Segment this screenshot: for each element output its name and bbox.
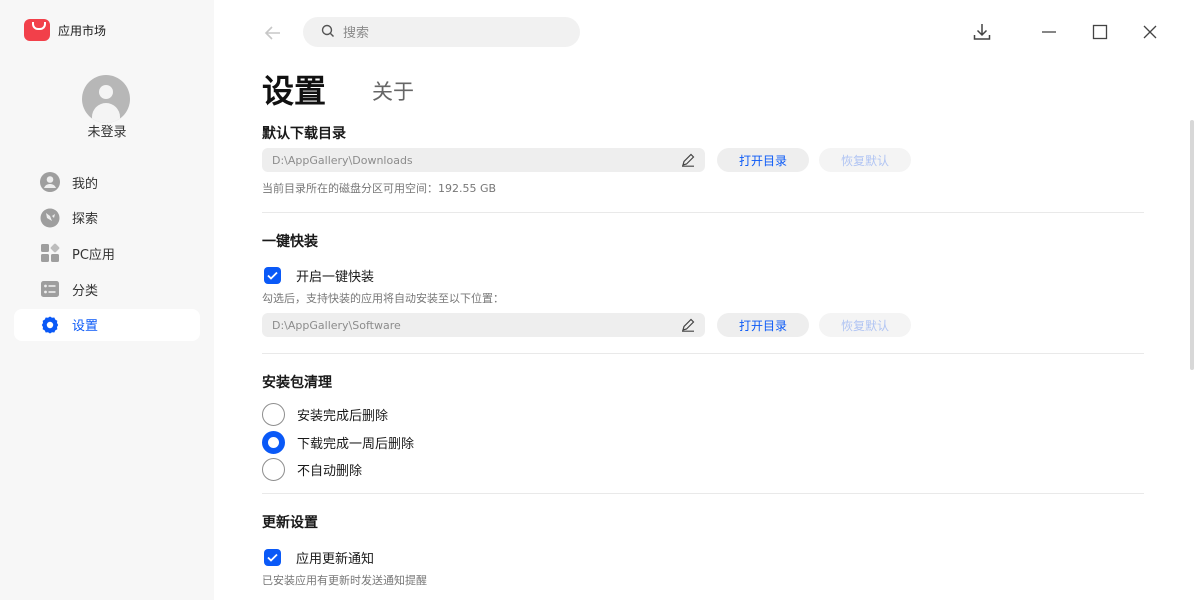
sidebar-item-label: 我的 (72, 176, 99, 192)
sidebar-item-pc-apps[interactable]: PC应用 (14, 237, 200, 269)
radio-button[interactable] (262, 458, 285, 481)
quick-install-hint: 勾选后，支持快装的应用将自动安装至以下位置： (262, 292, 504, 305)
category-icon (40, 279, 60, 299)
edit-pencil-icon[interactable] (681, 318, 695, 335)
explore-icon (40, 208, 60, 228)
radio-label: 安装完成后删除 (297, 409, 389, 424)
maximize-icon[interactable] (1086, 18, 1114, 46)
checkbox-checked[interactable] (264, 549, 281, 566)
search-input[interactable] (343, 24, 543, 40)
update-notification-hint: 已安装应用有更新时发送通知提醒 (262, 574, 427, 587)
radio-label: 下载完成一周后删除 (297, 437, 415, 452)
open-download-dir-button[interactable]: 打开目录 (717, 148, 809, 172)
section-title-update-settings: 更新设置 (262, 515, 318, 531)
quick-install-path-field[interactable]: D:\AppGallery\Software (262, 313, 705, 337)
avatar[interactable] (82, 75, 130, 123)
apps-grid-icon (40, 243, 60, 263)
section-title-package-cleanup: 安装包清理 (262, 375, 332, 391)
edit-pencil-icon[interactable] (681, 153, 695, 170)
radio-option-delete-after-install[interactable]: 安装完成后删除 (262, 403, 388, 426)
checkbox-label: 开启一键快装 (296, 270, 375, 285)
download-icon[interactable] (968, 18, 996, 46)
sidebar-item-settings[interactable]: 设置 (14, 308, 200, 341)
sidebar-item-category[interactable]: 分类 (14, 273, 200, 305)
checkbox-label: 应用更新通知 (296, 552, 375, 567)
settings-gear-icon (40, 315, 60, 335)
back-arrow-icon[interactable] (262, 22, 284, 44)
login-status[interactable]: 未登录 (0, 121, 214, 140)
reset-install-dir-button[interactable]: 恢复默认 (819, 313, 911, 337)
user-icon (40, 172, 60, 192)
open-install-dir-button[interactable]: 打开目录 (717, 313, 809, 337)
minimize-icon[interactable] (1035, 18, 1063, 46)
radio-button[interactable] (262, 403, 285, 426)
disk-space-hint: 当前目录所在的磁盘分区可用空间：192.55 GB (262, 182, 497, 195)
quick-install-path-value: D:\AppGallery\Software (272, 318, 401, 332)
checkbox-checked[interactable] (264, 267, 281, 284)
sidebar-item-label: PC应用 (72, 247, 115, 263)
download-path-value: D:\AppGallery\Downloads (272, 153, 413, 167)
sidebar-item-explore[interactable]: 探索 (14, 202, 200, 234)
divider (262, 353, 1144, 354)
section-title-download-dir: 默认下载目录 (262, 126, 346, 142)
radio-button-selected[interactable] (262, 431, 285, 454)
search-bar[interactable] (303, 17, 580, 47)
reset-download-dir-button[interactable]: 恢复默认 (819, 148, 911, 172)
search-icon (321, 23, 335, 42)
app-name: 应用市场 (58, 23, 107, 38)
radio-label: 不自动删除 (297, 464, 363, 479)
quick-install-checkbox-row[interactable]: 开启一键快装 (264, 266, 374, 285)
section-title-quick-install: 一键快装 (262, 234, 318, 250)
sidebar: 应用市场 未登录 我的 探索 PC应用 分类 设置 (0, 0, 214, 600)
close-icon[interactable] (1136, 18, 1164, 46)
sidebar-item-label: 探索 (72, 212, 99, 228)
sidebar-nav: 我的 探索 PC应用 分类 设置 (14, 166, 200, 344)
app-gallery-logo-icon (24, 19, 50, 41)
divider (262, 212, 1144, 213)
update-notification-checkbox-row[interactable]: 应用更新通知 (264, 548, 374, 567)
radio-option-no-auto-delete[interactable]: 不自动删除 (262, 458, 362, 481)
download-path-field[interactable]: D:\AppGallery\Downloads (262, 148, 705, 172)
sidebar-item-label: 设置 (72, 319, 99, 335)
tab-settings[interactable]: 设置 (262, 66, 326, 112)
scrollbar-thumb[interactable] (1190, 120, 1194, 370)
divider (262, 493, 1144, 494)
tab-about[interactable]: 关于 (372, 76, 414, 106)
radio-option-delete-after-week[interactable]: 下载完成一周后删除 (262, 431, 414, 454)
brand: 应用市场 (24, 19, 106, 41)
sidebar-item-label: 分类 (72, 283, 99, 299)
sidebar-item-mine[interactable]: 我的 (14, 166, 200, 198)
